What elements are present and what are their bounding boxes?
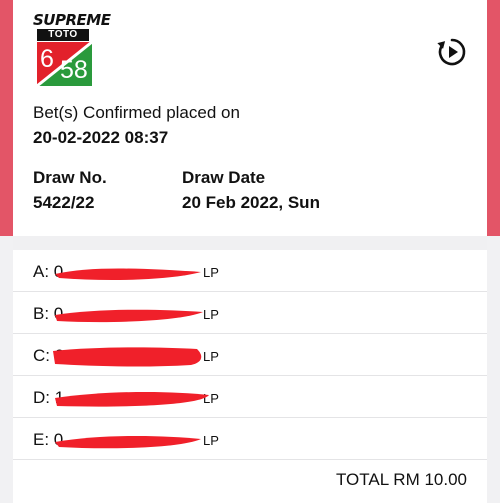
bet-row-c: C: 0 LP <box>13 334 487 376</box>
confirmation-datetime: 20-02-2022 08:37 <box>33 128 169 147</box>
total-amount: TOTAL RM 10.00 <box>335 470 467 489</box>
supreme-toto-logo: SUPREME TOTO 6 58 <box>33 11 111 86</box>
redaction-mark <box>55 391 209 407</box>
bet-type-label: LP <box>203 349 219 364</box>
confirmation-label: Bet(s) Confirmed placed on <box>33 103 240 122</box>
logo-number-box: 6 58 <box>37 42 92 86</box>
logo-number-b: 58 <box>60 56 88 84</box>
draw-date-value: 20 Feb 2022, Sun <box>182 193 320 212</box>
draw-date-label: Draw Date <box>182 168 266 187</box>
bet-line-text: A: 0 <box>33 262 64 281</box>
section-divider <box>13 236 487 250</box>
ticket-card: SUPREME TOTO 6 58 Bet(s) Confirmed place… <box>13 0 487 503</box>
logo-brand-text: SUPREME <box>33 11 111 29</box>
left-accent-bar <box>0 0 13 236</box>
draw-number-value: 5422/22 <box>33 193 95 212</box>
draw-number-label: Draw No. <box>33 168 107 187</box>
redaction-mark <box>55 435 201 449</box>
bet-line-text: B: 0 <box>33 304 64 323</box>
redaction-mark <box>55 309 203 323</box>
bet-type-label: LP <box>203 433 219 448</box>
logo-sub-text: TOTO <box>37 29 89 41</box>
bet-type-label: LP <box>203 391 219 406</box>
bet-type-label: LP <box>203 307 219 322</box>
bet-type-label: LP <box>203 265 219 280</box>
bet-line-text: C: 0 <box>33 346 65 365</box>
bet-row-d: D: 1 LP <box>13 376 487 418</box>
bet-list: A: 0 LP B: 0 LP C: 0 LP D: 1 LP E: 0 LP <box>13 250 487 460</box>
redaction-mark <box>55 268 201 280</box>
ticket-header: SUPREME TOTO 6 58 Bet(s) Confirmed place… <box>13 0 487 236</box>
redaction-mark <box>53 347 202 367</box>
replay-icon[interactable] <box>436 36 468 68</box>
bet-row-a: A: 0 LP <box>13 250 487 292</box>
bet-line-text: E: 0 <box>33 430 64 449</box>
right-accent-bar <box>487 0 500 236</box>
bet-row-e: E: 0 LP <box>13 418 487 460</box>
bet-line-text: D: 1 <box>33 388 65 407</box>
bet-row-b: B: 0 LP <box>13 292 487 334</box>
logo-number-a: 6 <box>40 45 54 73</box>
